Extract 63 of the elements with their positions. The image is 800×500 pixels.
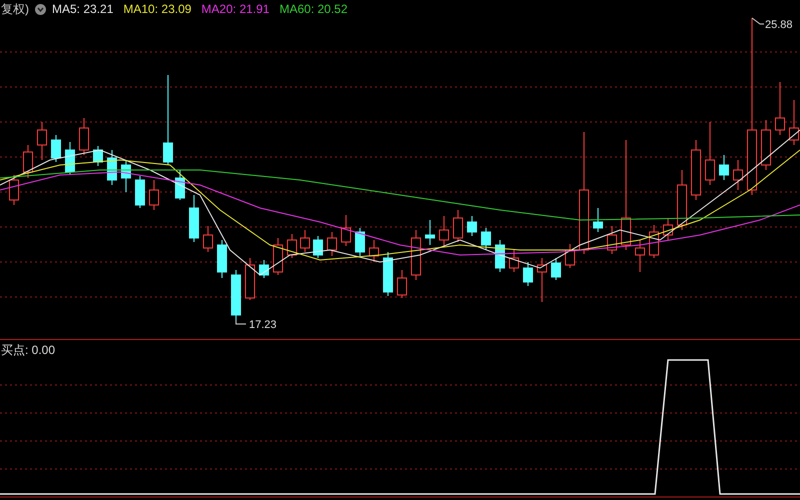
candlestick [135,176,145,208]
candlestick [635,240,645,272]
high-price-label: 25.88 [765,18,793,33]
leader-line [236,320,246,324]
candlestick [439,216,449,246]
candlestick [65,142,75,176]
moving-average-value: MA10: 23.09 [123,1,192,18]
candlestick [425,220,435,246]
candlestick [593,208,603,232]
chevron-down-icon[interactable] [35,4,46,14]
candlestick [107,150,117,186]
candlestick [259,260,269,278]
candlestick [37,122,47,160]
candlestick [121,160,131,192]
candlestick [327,232,337,256]
candlestick [607,226,617,254]
candlestick [523,262,533,286]
candlestick [79,118,89,156]
indicator-label: 买点: 0.00 [0,342,56,359]
moving-average-value: MA60: 20.52 [279,1,348,18]
candlestick [691,140,701,200]
candlestick [677,170,687,230]
candlestick [719,154,729,180]
candlestick [355,228,365,256]
candlestick [397,270,407,298]
moving-average-value: MA20: 21.91 [201,1,270,18]
candlestick [775,82,785,136]
candlestick [51,134,61,162]
leader-line [752,18,764,24]
adjustment-label: 复权) [1,1,29,18]
candlestick [411,230,421,280]
candlestick [93,146,103,166]
candlestick [453,210,463,242]
candlestick [537,258,547,302]
candlestick [149,180,159,210]
candlestick [231,270,241,320]
candlestick [287,234,297,258]
candlestick [649,224,659,258]
candlestick [761,120,771,170]
candlestick [245,258,255,300]
candlestick [203,226,213,252]
candlestick [273,238,283,276]
candlestick [217,240,227,278]
candlestick [565,244,575,268]
candlestick [23,144,33,178]
candlestick [300,230,310,252]
candlestick [341,214,351,246]
candlestick [495,240,505,272]
candlestick [481,228,491,250]
candlestick [509,250,519,272]
candlestick [369,240,379,262]
candlestick [189,194,199,242]
low-price-label: 17.23 [249,318,277,333]
candlestick [175,170,185,200]
candlestick [383,252,393,296]
moving-average-value: MA5: 23.21 [52,1,114,18]
candlestick [733,160,743,190]
candlestick [9,174,19,206]
candlestick [551,258,561,280]
candlestick [705,122,715,186]
candlestick [313,236,323,258]
candlestick [663,218,673,240]
candlestick [467,216,477,236]
